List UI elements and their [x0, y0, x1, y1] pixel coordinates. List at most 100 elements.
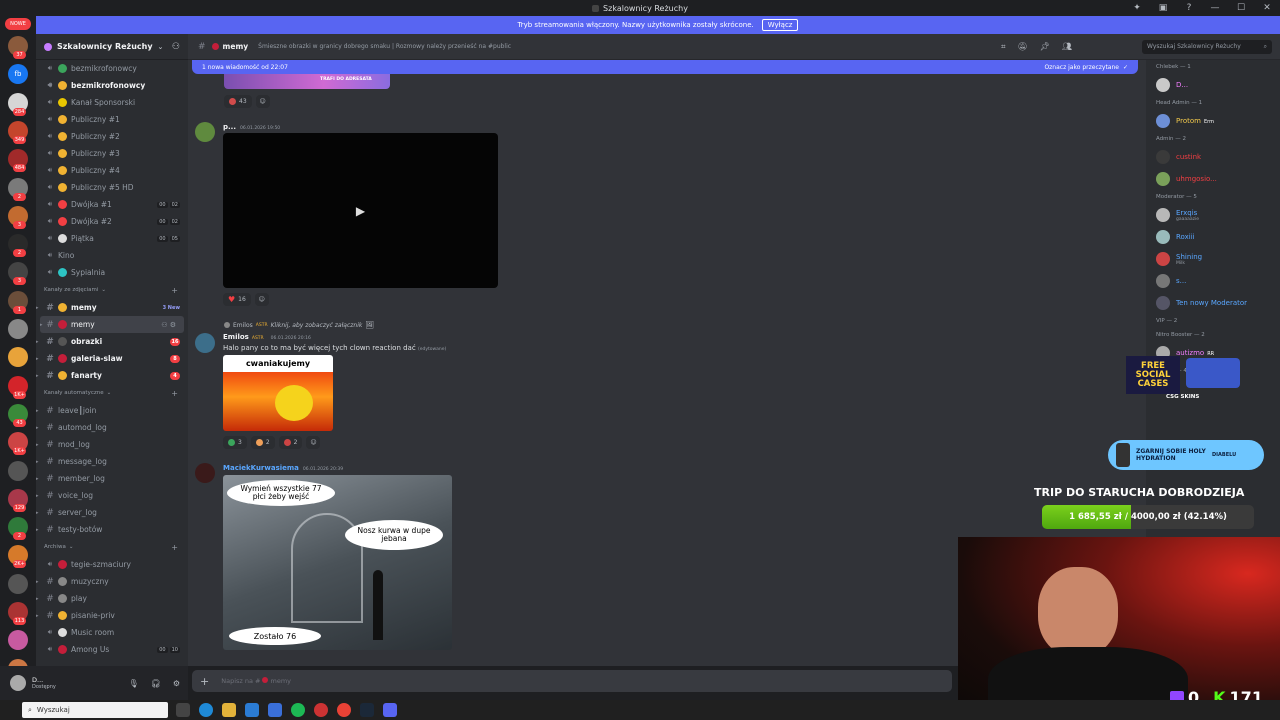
- server-icon[interactable]: 113: [8, 602, 28, 625]
- channel-item[interactable]: 🔊︎ Sypialnia: [36, 264, 188, 281]
- taskbar-search[interactable]: ⌕ Wyszukaj: [22, 702, 168, 718]
- notifications-icon[interactable]: 🔕︎: [1018, 42, 1028, 52]
- server-icon[interactable]: 1: [8, 290, 28, 314]
- play-icon[interactable]: ▶: [356, 204, 365, 218]
- avatar[interactable]: [195, 122, 215, 142]
- member-item[interactable]: Shining Milk: [1146, 248, 1280, 270]
- member-item[interactable]: Ten nowy Moderator: [1146, 292, 1280, 314]
- channel-item[interactable]: 🔊︎ bezmikrofonowcy: [36, 77, 188, 94]
- avatar[interactable]: [195, 463, 215, 483]
- message-image[interactable]: Wymień wszystkie 77 płci żeby wejść Nosz…: [223, 475, 452, 650]
- task-view-icon[interactable]: [176, 703, 190, 717]
- pin-icon[interactable]: ✦: [1132, 3, 1142, 13]
- member-item[interactable]: uhmgosio...: [1146, 168, 1280, 190]
- steam-icon[interactable]: [360, 703, 374, 717]
- server-icon[interactable]: 1K+: [8, 432, 28, 456]
- discord-icon[interactable]: [383, 703, 397, 717]
- message-author[interactable]: p...: [223, 123, 236, 131]
- file-explorer-icon[interactable]: [222, 703, 236, 717]
- channel-item[interactable]: ▸ # member_log: [36, 470, 188, 487]
- channel-item[interactable]: ▸ # mod_log: [36, 436, 188, 453]
- inbox-icon[interactable]: ▣: [1158, 3, 1168, 13]
- channel-item[interactable]: 🔊︎ Kanał Sponsorski: [36, 94, 188, 111]
- maximize-button[interactable]: ☐: [1236, 3, 1246, 13]
- channel-item[interactable]: ▸ # leave┃join: [36, 402, 188, 419]
- member-item[interactable]: s...: [1146, 270, 1280, 292]
- new-messages-bar[interactable]: 1 nowa wiadomość od 22:07 Oznacz jako pr…: [192, 60, 1138, 74]
- channel-item[interactable]: 🔊︎ Publiczny #4: [36, 162, 188, 179]
- minimize-button[interactable]: —: [1210, 3, 1220, 13]
- server-icon[interactable]: [8, 630, 28, 651]
- attach-plus-icon[interactable]: +: [200, 675, 209, 688]
- store-icon[interactable]: [268, 703, 282, 717]
- channel-item[interactable]: ▸ # message_log: [36, 453, 188, 470]
- server-icon[interactable]: 2: [8, 234, 28, 258]
- server-icon[interactable]: 3: [8, 262, 28, 286]
- channel-category[interactable]: Archiwa ⌄ +: [36, 538, 188, 556]
- reaction[interactable]: 2: [278, 436, 303, 449]
- mark-as-read-button[interactable]: Oznacz jako przeczytane: [1044, 64, 1119, 71]
- server-icon[interactable]: [8, 573, 28, 594]
- server-icon[interactable]: 284: [8, 92, 28, 116]
- new-badge[interactable]: NOWE: [5, 18, 31, 30]
- channel-item[interactable]: 🔊︎ Publiczny #5 HD: [36, 179, 188, 196]
- member-item[interactable]: Protom Erm: [1146, 110, 1280, 132]
- channel-item[interactable]: ▸ # pisanie-priv: [36, 607, 188, 624]
- channel-item[interactable]: 🔊︎ Dwójka #1 00 02: [36, 196, 188, 213]
- obs-icon[interactable]: [314, 703, 328, 717]
- server-icon[interactable]: [8, 460, 28, 481]
- channel-item[interactable]: 🔊︎ Piątka 00 05: [36, 230, 188, 247]
- server-icon[interactable]: 2: [8, 517, 28, 541]
- channel-item[interactable]: 🔊︎ Among Us 00 10: [36, 641, 188, 658]
- settings-icon[interactable]: ⚙: [173, 679, 180, 688]
- server-icon[interactable]: 2: [8, 177, 28, 201]
- add-member-icon[interactable]: ⚇ ⚙: [161, 321, 176, 329]
- server-icon[interactable]: 43: [8, 403, 28, 427]
- server-icon[interactable]: fb: [8, 64, 28, 85]
- server-icon[interactable]: 129: [8, 488, 28, 512]
- threads-icon[interactable]: ⌗: [1001, 42, 1006, 52]
- headphones-icon[interactable]: 🎧︎: [151, 679, 161, 688]
- channel-item[interactable]: 🔊︎ tegie-szmaciury: [36, 556, 188, 573]
- server-icon[interactable]: 349: [8, 120, 28, 144]
- channel-item[interactable]: ▸ # automod_log: [36, 419, 188, 436]
- microphone-icon[interactable]: 🎙︎: [129, 679, 139, 688]
- channel-item[interactable]: ▸ # galeria-slaw 8: [36, 350, 188, 367]
- channel-item[interactable]: ▸ # memy ⚇ ⚙: [40, 316, 184, 333]
- channel-item[interactable]: ▸ # fanarty 4: [36, 367, 188, 384]
- pinned-icon[interactable]: 📌︎: [1040, 42, 1050, 52]
- server-icon[interactable]: 37: [8, 36, 28, 59]
- server-icon[interactable]: [8, 319, 28, 339]
- spotify-icon[interactable]: [291, 703, 305, 717]
- server-icon[interactable]: 3: [8, 205, 28, 229]
- guild-header[interactable]: Szkalownicy Reżuchy ⌄ ⚇: [36, 34, 188, 60]
- create-channel-icon[interactable]: +: [171, 286, 178, 295]
- member-item[interactable]: D...: [1146, 74, 1280, 96]
- create-channel-icon[interactable]: +: [171, 389, 178, 398]
- channel-item[interactable]: 🔊︎ Publiczny #1: [36, 111, 188, 128]
- member-list-icon[interactable]: 👥︎: [1062, 42, 1072, 52]
- channel-item[interactable]: ▸ # play: [36, 590, 188, 607]
- create-channel-icon[interactable]: +: [171, 543, 178, 552]
- add-reaction-button[interactable]: ☺: [254, 293, 269, 306]
- message-author[interactable]: Emilos: [223, 333, 249, 341]
- reaction[interactable]: ♥ 16: [223, 293, 251, 306]
- channel-item[interactable]: ▸ # memy 3 New: [36, 299, 188, 316]
- search-input[interactable]: Wyszukaj Szkalownicy Reżuchy ⌕: [1142, 39, 1272, 54]
- server-icon[interactable]: 484: [8, 149, 28, 173]
- avatar[interactable]: [195, 333, 215, 353]
- channel-topic[interactable]: Śmieszne obrazki w granicy dobrego smaku…: [258, 43, 511, 50]
- reaction[interactable]: 43: [224, 95, 252, 108]
- channel-category[interactable]: Kanały ze zdjęciami ⌄ +: [36, 281, 188, 299]
- help-icon[interactable]: ?: [1184, 3, 1194, 13]
- avatar[interactable]: [10, 675, 26, 691]
- channel-item[interactable]: ▸ # muzyczny: [36, 573, 188, 590]
- member-item[interactable]: Erxqis gaaaaazie: [1146, 204, 1280, 226]
- add-reaction-button[interactable]: ☺: [306, 436, 321, 449]
- channel-category[interactable]: Kanały automatyczne ⌄ +: [36, 384, 188, 402]
- message-composer[interactable]: + Napisz na # memy: [192, 670, 952, 692]
- outlook-icon[interactable]: [245, 703, 259, 717]
- server-icon[interactable]: 2K+: [8, 545, 28, 569]
- reaction[interactable]: 2: [250, 436, 275, 449]
- add-reaction-button[interactable]: ☺: [255, 95, 270, 108]
